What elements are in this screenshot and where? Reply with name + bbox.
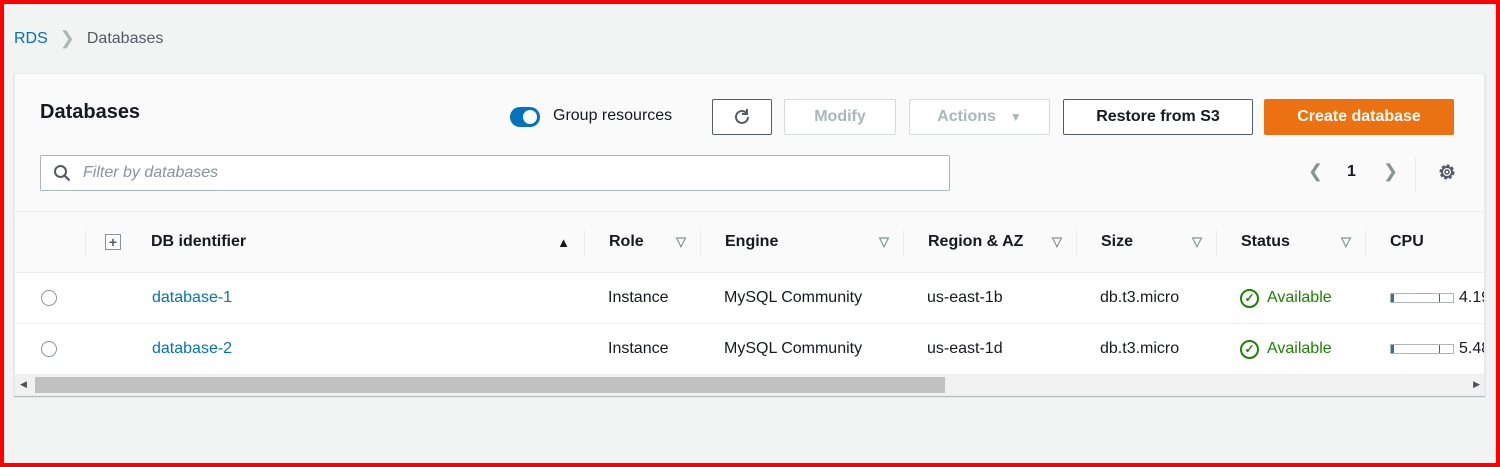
search-field[interactable] bbox=[40, 155, 950, 191]
cpu-cell: 4.19 bbox=[1390, 273, 1484, 323]
create-database-button[interactable]: Create database bbox=[1264, 99, 1454, 135]
refresh-icon bbox=[735, 109, 749, 124]
restore-from-s3-button[interactable]: Restore from S3 bbox=[1063, 99, 1253, 135]
cpu-bar bbox=[1390, 293, 1454, 303]
engine-cell: MySQL Community bbox=[724, 340, 863, 357]
cpu-cell: 5.48 bbox=[1390, 324, 1484, 374]
table-row[interactable]: database-1 Instance MySQL Community us-e… bbox=[15, 273, 1484, 324]
breadcrumb-rds-link[interactable]: RDS bbox=[14, 30, 48, 48]
size-cell: db.t3.micro bbox=[1100, 340, 1180, 357]
search-icon bbox=[54, 165, 71, 182]
db-identifier-link[interactable]: database-1 bbox=[152, 273, 232, 323]
divider bbox=[1415, 157, 1416, 191]
cpu-value: 4.19 bbox=[1459, 289, 1484, 306]
column-label: CPU bbox=[1390, 233, 1424, 250]
chevron-right-icon: ❯ bbox=[59, 28, 75, 48]
actions-label: Actions bbox=[937, 108, 996, 125]
column-label: Role bbox=[609, 233, 644, 250]
cpu-threshold-mark bbox=[1439, 294, 1440, 302]
scroll-left-icon[interactable]: ◀ bbox=[20, 379, 27, 390]
column-label: Size bbox=[1101, 233, 1134, 250]
status-cell: ✓ Available bbox=[1240, 324, 1332, 374]
search-input[interactable] bbox=[81, 163, 881, 183]
cpu-bar-fill bbox=[1391, 294, 1394, 302]
settings-gear-icon[interactable] bbox=[1437, 162, 1457, 187]
expand-all-icon[interactable]: + bbox=[85, 212, 145, 272]
next-page-icon[interactable]: ❯ bbox=[1383, 161, 1398, 182]
sort-icon: ▽ bbox=[1341, 234, 1351, 249]
page-number[interactable]: 1 bbox=[1347, 163, 1356, 181]
sort-icon: ▽ bbox=[879, 234, 889, 249]
column-region-az[interactable]: Region & AZ ▽ bbox=[903, 212, 1076, 272]
cpu-threshold-mark bbox=[1439, 345, 1440, 353]
sort-ascending-icon: ▲ bbox=[557, 234, 570, 250]
column-label: Region & AZ bbox=[928, 233, 1024, 250]
db-identifier-link[interactable]: database-2 bbox=[152, 324, 232, 374]
column-status[interactable]: Status ▽ bbox=[1216, 212, 1365, 272]
status-text: Available bbox=[1267, 289, 1332, 306]
column-label: Status bbox=[1241, 233, 1290, 250]
databases-panel: Databases Group resources Modify Actions… bbox=[14, 73, 1485, 396]
caret-down-icon: ▼ bbox=[1009, 110, 1022, 124]
column-label: Engine bbox=[725, 233, 779, 250]
engine-cell: MySQL Community bbox=[724, 289, 863, 306]
sort-icon: ▽ bbox=[1192, 234, 1202, 249]
group-resources-label: Group resources bbox=[553, 107, 673, 124]
region-cell: us-east-1b bbox=[927, 289, 1003, 306]
role-cell: Instance bbox=[608, 340, 669, 357]
cpu-bar bbox=[1390, 344, 1454, 354]
cpu-value: 5.48 bbox=[1459, 340, 1484, 357]
region-cell: us-east-1d bbox=[927, 340, 1003, 357]
row-radio[interactable] bbox=[41, 341, 57, 357]
scroll-right-icon[interactable]: ▶ bbox=[1473, 379, 1480, 390]
sort-icon: ▽ bbox=[1052, 234, 1062, 249]
table-header: + DB identifier ▲ Role ▽ Engine ▽ Region & … bbox=[15, 211, 1484, 273]
page-title: Databases bbox=[40, 101, 141, 123]
column-cpu[interactable]: CPU bbox=[1365, 212, 1484, 272]
column-db-identifier[interactable]: DB identifier ▲ bbox=[151, 212, 584, 272]
column-size[interactable]: Size ▽ bbox=[1076, 212, 1216, 272]
actions-button[interactable]: Actions ▼ bbox=[909, 99, 1050, 135]
column-engine[interactable]: Engine ▽ bbox=[700, 212, 903, 272]
column-role[interactable]: Role ▽ bbox=[584, 212, 700, 272]
group-resources-toggle[interactable] bbox=[510, 107, 540, 127]
table-row[interactable]: database-2 Instance MySQL Community us-e… bbox=[15, 324, 1484, 375]
cpu-bar-fill bbox=[1391, 345, 1395, 353]
check-circle-icon: ✓ bbox=[1240, 288, 1259, 308]
previous-page-icon[interactable]: ❮ bbox=[1308, 161, 1323, 182]
scrollbar-thumb[interactable] bbox=[35, 377, 945, 393]
check-circle-icon: ✓ bbox=[1240, 339, 1259, 359]
column-label: DB identifier bbox=[151, 233, 247, 250]
size-cell: db.t3.micro bbox=[1100, 289, 1180, 306]
refresh-button[interactable] bbox=[712, 99, 772, 135]
sort-icon: ▽ bbox=[676, 234, 686, 249]
modify-button[interactable]: Modify bbox=[784, 99, 896, 135]
row-radio[interactable] bbox=[41, 290, 57, 306]
breadcrumb: RDS ❯ Databases bbox=[14, 28, 163, 49]
role-cell: Instance bbox=[608, 289, 669, 306]
breadcrumb-current: Databases bbox=[86, 29, 164, 47]
status-text: Available bbox=[1267, 340, 1332, 357]
status-cell: ✓ Available bbox=[1240, 273, 1332, 323]
